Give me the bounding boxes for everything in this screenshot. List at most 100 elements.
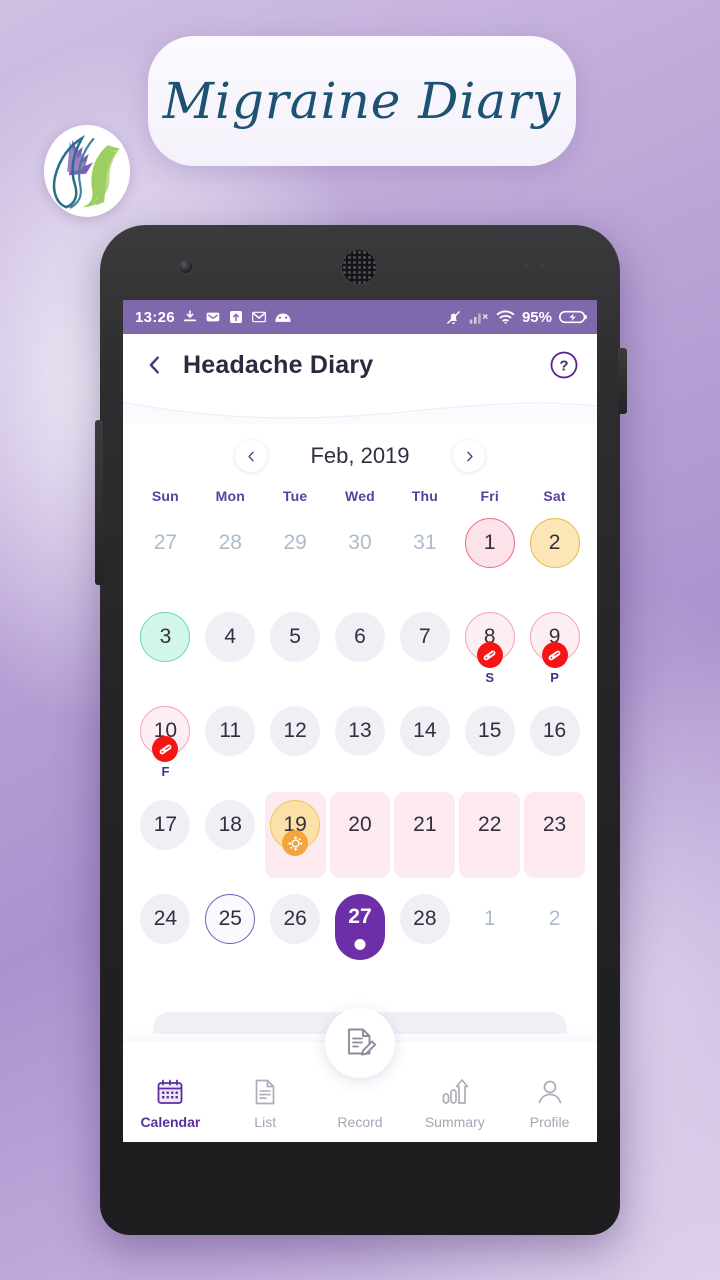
day-number: 3 — [140, 612, 191, 662]
calendar-day-cell[interactable]: 31 — [392, 510, 457, 604]
bottom-area: Calendar List Record Summary Profile — [123, 1008, 597, 1142]
calendar-day-cell[interactable]: 1 — [457, 886, 522, 980]
ovulation-icon — [282, 830, 309, 856]
front-camera-icon — [179, 260, 192, 273]
day-number: 28 — [399, 894, 450, 944]
calendar-week-row: 17 18 19 20 21 22 23 — [133, 792, 587, 886]
status-bar: 13:26 95% — [123, 300, 597, 334]
calendar-day-cell[interactable]: 19 — [263, 792, 328, 886]
help-button[interactable]: ? — [549, 350, 579, 380]
phone-volume-button[interactable] — [95, 420, 103, 585]
day-number: 2 — [548, 907, 561, 930]
pill-icon — [476, 642, 503, 668]
calendar-day-cell[interactable]: 24 — [133, 886, 198, 980]
calendar-day-cell[interactable]: 13 — [328, 698, 393, 792]
calendar-day-cell[interactable]: 16 — [522, 698, 587, 792]
calendar-day-cell[interactable]: 6 — [328, 604, 393, 698]
day-event-label: F — [161, 764, 170, 779]
nav-item-calendar[interactable]: Calendar — [123, 1077, 218, 1130]
calendar-day-cell[interactable]: 5 — [263, 604, 328, 698]
calendar-week-row: 27 28 29 30 31 1 2 — [133, 510, 587, 604]
bell-muted-icon — [445, 309, 462, 326]
calendar-day-cell[interactable]: 28 — [198, 510, 263, 604]
nav-item-profile[interactable]: Profile — [502, 1077, 597, 1130]
android-app-icon — [274, 310, 292, 324]
day-number: 7 — [399, 612, 450, 662]
calendar-day-cell[interactable]: 9P — [522, 604, 587, 698]
record-fab-button[interactable] — [325, 1008, 395, 1078]
leaf-face-logo-icon — [44, 125, 130, 217]
day-number: 30 — [348, 531, 372, 554]
nav-item-summary[interactable]: Summary — [407, 1077, 502, 1130]
day-number: 21 — [413, 813, 437, 836]
prev-month-button[interactable] — [235, 440, 267, 472]
gmail-icon — [251, 309, 267, 325]
calendar-day-cell[interactable]: 3 — [133, 604, 198, 698]
calendar-day-cell[interactable]: 21 — [392, 792, 457, 886]
nav-label-summary: Summary — [424, 1114, 485, 1130]
phone-screen: 13:26 95% Headache Diary ? Feb, 2019 Sun… — [123, 300, 597, 1142]
calendar-day-cell[interactable]: 18 — [198, 792, 263, 886]
day-number: 1 — [483, 907, 496, 930]
day-number: 24 — [140, 894, 191, 944]
day-number: 2 — [529, 518, 580, 568]
calendar-day-cell[interactable]: 30 — [328, 510, 393, 604]
calendar-day-cell[interactable]: 12 — [263, 698, 328, 792]
calendar-day-cell[interactable]: 2 — [522, 886, 587, 980]
day-number: 25 — [205, 894, 256, 944]
calendar-day-cell[interactable]: 27 — [328, 886, 393, 980]
calendar-week-row: 10 F 11 12 13 14 15 16 — [133, 698, 587, 792]
nav-item-list[interactable]: List — [218, 1077, 313, 1130]
day-number: 1 — [464, 518, 515, 568]
calendar-day-cell[interactable]: 11 — [198, 698, 263, 792]
page-title: Headache Diary — [183, 350, 374, 379]
day-number: 14 — [399, 706, 450, 756]
day-number: 4 — [205, 612, 256, 662]
calendar-day-cell[interactable]: 20 — [328, 792, 393, 886]
calendar-day-cell[interactable]: 7 — [392, 604, 457, 698]
calendar-day-cell[interactable]: 4 — [198, 604, 263, 698]
calendar-day-cell[interactable]: 17 — [133, 792, 198, 886]
weekday-header: Sun Mon Tue Wed Thu Fri Sat — [123, 488, 597, 504]
svg-text:?: ? — [559, 358, 568, 375]
day-number: 28 — [218, 531, 242, 554]
day-number: 27 — [334, 894, 385, 960]
calendar-day-cell[interactable]: 23 — [522, 792, 587, 886]
earpiece-speaker-icon — [342, 250, 376, 284]
day-number: 12 — [270, 706, 321, 756]
weekday-tue: Tue — [282, 488, 308, 504]
calendar-day-cell[interactable]: 2 — [522, 510, 587, 604]
month-label: Feb, 2019 — [310, 443, 410, 468]
nav-label-list: List — [254, 1114, 277, 1130]
proximity-sensor-icon — [520, 263, 548, 268]
battery-charging-icon — [559, 309, 587, 325]
back-button[interactable] — [141, 351, 169, 379]
calendar-day-cell[interactable]: 26 — [263, 886, 328, 980]
month-navigation: Feb, 2019 — [123, 428, 597, 484]
calendar-day-cell[interactable]: 27 — [133, 510, 198, 604]
calendar-day-cell[interactable]: 10 F — [133, 698, 198, 792]
next-month-button[interactable] — [453, 440, 485, 472]
day-event-label: P — [550, 670, 559, 685]
calendar-day-cell[interactable]: 22 — [457, 792, 522, 886]
day-number: 31 — [413, 531, 437, 554]
note-pencil-icon — [348, 1028, 377, 1056]
calendar-day-cell[interactable]: 8S — [457, 604, 522, 698]
weekday-mon: Mon — [215, 488, 245, 504]
day-number: 18 — [205, 800, 256, 850]
weekday-wed: Wed — [345, 488, 375, 504]
day-number: 13 — [334, 706, 385, 756]
calendar-day-cell[interactable]: 15 — [457, 698, 522, 792]
phone-power-button[interactable] — [618, 348, 627, 414]
calendar-day-cell[interactable]: 29 — [263, 510, 328, 604]
day-number: 26 — [270, 894, 321, 944]
pill-icon — [152, 736, 179, 762]
calendar-day-cell[interactable]: 1 — [457, 510, 522, 604]
chevron-left-icon — [247, 451, 254, 461]
calendar-day-cell[interactable]: 25 — [198, 886, 263, 980]
weekday-sat: Sat — [543, 488, 566, 504]
day-number: 23 — [542, 813, 567, 836]
day-number: 6 — [334, 612, 385, 662]
calendar-day-cell[interactable]: 14 — [392, 698, 457, 792]
calendar-day-cell[interactable]: 28 — [392, 886, 457, 980]
